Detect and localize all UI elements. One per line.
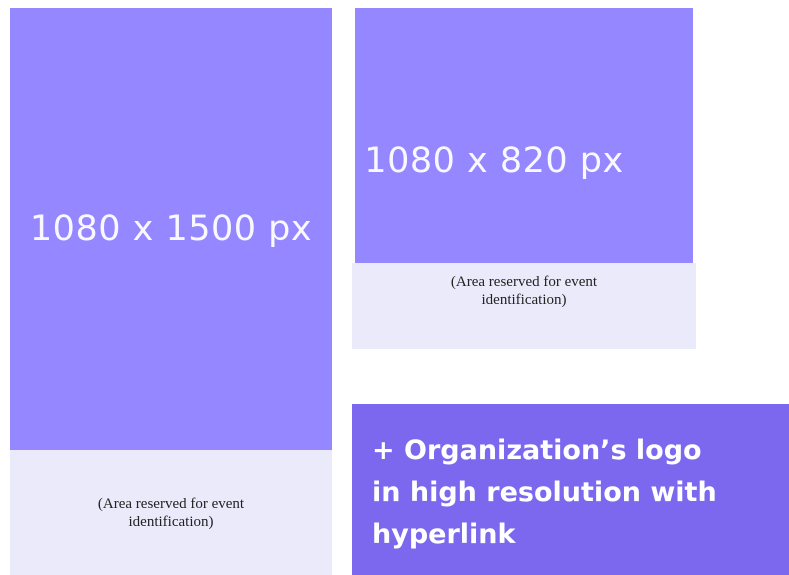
- organization-logo-note: + Organization’s logo in high resolution…: [352, 404, 789, 575]
- wide-image-placeholder: 1080 x 820 px: [355, 8, 693, 263]
- wide-dimension-label: 1080 x 820 px: [364, 140, 624, 181]
- tall-image-placeholder: 1080 x 1500 px: [10, 8, 332, 450]
- tall-caption-text: (Area reserved for event identification): [97, 495, 245, 530]
- tall-caption-area: (Area reserved for event identification): [10, 450, 332, 575]
- wide-caption-area: (Area reserved for event identification): [352, 263, 696, 349]
- wide-format-mockup: 1080 x 820 px (Area reserved for event i…: [352, 8, 696, 349]
- wide-caption-text: (Area reserved for event identification): [450, 274, 598, 308]
- organization-logo-text: + Organization’s logo in high resolution…: [372, 435, 717, 550]
- tall-format-mockup: 1080 x 1500 px (Area reserved for event …: [10, 8, 332, 575]
- tall-dimension-label: 1080 x 1500 px: [29, 209, 313, 249]
